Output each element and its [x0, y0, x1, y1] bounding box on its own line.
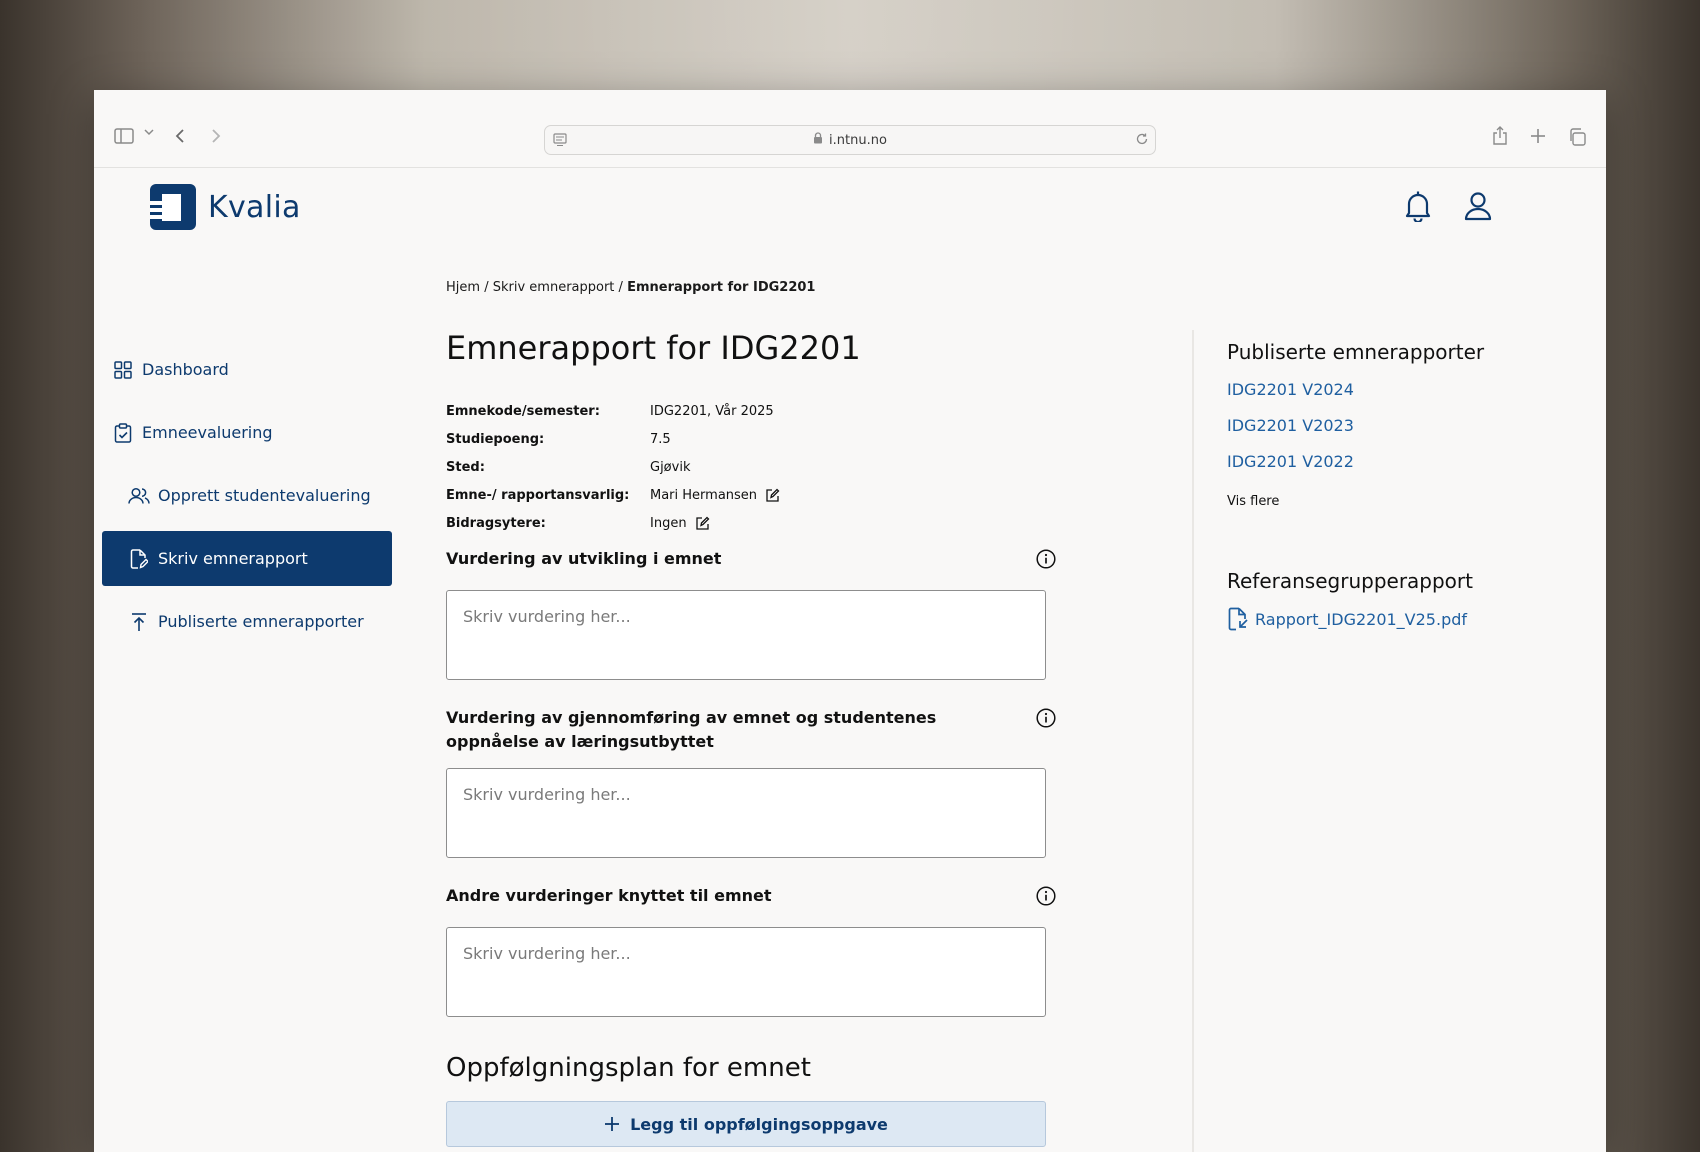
- sidebar-item-emneevaluering[interactable]: Emneevaluering: [102, 405, 392, 460]
- sidebar-item-label: Emneevaluering: [142, 423, 273, 442]
- sidebar-toggle-icon[interactable]: [114, 128, 134, 144]
- meta-value: 7.5: [650, 432, 671, 447]
- url-text: i.ntnu.no: [829, 132, 887, 148]
- lock-icon: [813, 132, 823, 148]
- meta-value-text: Mari Hermansen: [650, 487, 758, 503]
- published-reports-heading: Publiserte emnerapporter: [1227, 340, 1485, 364]
- meta-value-text: IDG2201, Vår 2025: [650, 403, 774, 419]
- page-icon: [553, 133, 567, 151]
- clipboard-check-icon: [112, 422, 134, 444]
- chevron-down-icon[interactable]: [144, 128, 154, 136]
- users-icon: [128, 485, 150, 507]
- assessment-textarea[interactable]: Skriv vurdering her...: [446, 590, 1046, 680]
- breadcrumb-separator: /: [618, 280, 623, 295]
- meta-row: Sted: Gjøvik: [446, 453, 1056, 481]
- right-panel: Publiserte emnerapporter IDG2201 V2024 I…: [1227, 340, 1557, 631]
- meta-key: Studiepoeng:: [446, 431, 545, 447]
- meta-row: Emne-/ rapportansvarlig: Mari Hermansen: [446, 481, 1056, 509]
- new-tab-icon[interactable]: [1530, 128, 1546, 144]
- share-icon[interactable]: [1492, 126, 1508, 146]
- assessment-textarea[interactable]: Skriv vurdering her...: [446, 927, 1046, 1017]
- field-label: Andre vurderinger knyttet til emnet: [446, 886, 772, 905]
- grid-icon: [112, 359, 134, 381]
- page-title: Emnerapport for IDG2201: [446, 329, 861, 367]
- reference-file-name: Rapport_IDG2201_V25.pdf: [1255, 609, 1468, 629]
- assessment-field: Vurdering av gjennomføring av emnet og s…: [446, 706, 1056, 858]
- published-report-link[interactable]: IDG2201 V2023: [1227, 415, 1557, 436]
- meta-key: Sted:: [446, 459, 485, 475]
- meta-value-text: Ingen: [650, 515, 687, 531]
- sidebar-item-label: Opprett studentevaluering: [158, 486, 371, 505]
- info-icon[interactable]: [1036, 708, 1056, 735]
- info-icon[interactable]: [1036, 549, 1056, 576]
- sidebar-item-label: Publiserte emnerapporter: [158, 612, 364, 631]
- upload-icon: [128, 611, 150, 633]
- followup-section-title: Oppfølgningsplan for emnet: [446, 1053, 811, 1083]
- meta-value: Ingen: [650, 516, 710, 531]
- meta-value: Gjøvik: [650, 460, 690, 475]
- address-bar[interactable]: i.ntnu.no: [544, 125, 1156, 155]
- bell-icon[interactable]: [1404, 190, 1432, 226]
- browser-toolbar: i.ntnu.no: [94, 90, 1606, 168]
- sidebar-nav: Dashboard Emneevaluering Opprett student…: [102, 342, 392, 657]
- meta-row: Studiepoeng: 7.5: [446, 425, 1056, 453]
- header-actions: [1404, 190, 1492, 226]
- sidebar-item-publiserte-emnerapporter[interactable]: Publiserte emnerapporter: [102, 594, 392, 649]
- breadcrumb-separator: /: [484, 280, 489, 295]
- published-report-link[interactable]: IDG2201 V2022: [1227, 451, 1557, 472]
- add-followup-task-label: Legg til oppfølgingsoppgave: [630, 1114, 888, 1134]
- column-divider: [1192, 330, 1194, 1152]
- back-arrow-icon[interactable]: [174, 128, 186, 144]
- meta-key: Emne-/ rapportansvarlig:: [446, 487, 630, 503]
- meta-row: Emnekode/semester: IDG2201, Vår 2025: [446, 397, 1056, 425]
- course-meta: Emnekode/semester: IDG2201, Vår 2025 Stu…: [446, 397, 1056, 537]
- plus-icon: [604, 1116, 620, 1132]
- meta-row: Bidragsytere: Ingen: [446, 509, 1056, 537]
- reference-group-heading: Referansegrupperapport: [1227, 569, 1473, 593]
- kvalia-logo-icon: [150, 184, 196, 230]
- meta-key: Emnekode/semester:: [446, 403, 600, 419]
- published-report-link[interactable]: IDG2201 V2024: [1227, 379, 1557, 400]
- forward-arrow-icon[interactable]: [210, 128, 222, 144]
- meta-key: Bidragsytere:: [446, 515, 546, 531]
- info-icon[interactable]: [1036, 886, 1056, 913]
- reload-icon[interactable]: [1135, 132, 1149, 150]
- sidebar-item-label: Skriv emnerapport: [158, 549, 308, 568]
- assessment-field: Andre vurderinger knyttet til emnet Skri…: [446, 884, 1056, 1017]
- meta-value-text: Gjøvik: [650, 459, 691, 475]
- edit-icon[interactable]: [765, 488, 780, 503]
- file-download-icon: [1227, 607, 1249, 631]
- show-more-link[interactable]: Vis flere: [1227, 494, 1557, 509]
- document-edit-icon: [128, 548, 150, 570]
- field-label: Vurdering av gjennomføring av emnet og s…: [446, 708, 937, 751]
- meta-value-text: 7.5: [650, 431, 671, 447]
- add-followup-task-button[interactable]: Legg til oppfølgingsoppgave: [446, 1101, 1046, 1147]
- meta-value: IDG2201, Vår 2025: [650, 404, 774, 419]
- assessment-field: Vurdering av utvikling i emnet Skriv vur…: [446, 547, 1056, 680]
- sidebar-item-skriv-emnerapport[interactable]: Skriv emnerapport: [102, 531, 392, 586]
- sidebar-item-opprett-studentevaluering[interactable]: Opprett studentevaluering: [102, 468, 392, 523]
- assessment-textarea[interactable]: Skriv vurdering her...: [446, 768, 1046, 858]
- user-profile-icon[interactable]: [1464, 190, 1492, 226]
- edit-icon[interactable]: [695, 516, 710, 531]
- breadcrumb-parent[interactable]: Skriv emnerapport: [493, 280, 615, 295]
- app-logo[interactable]: Kvalia: [150, 184, 301, 230]
- app-name: Kvalia: [208, 189, 301, 225]
- breadcrumb-home[interactable]: Hjem: [446, 280, 480, 295]
- sidebar-item-label: Dashboard: [142, 360, 229, 379]
- main-content: Hjem / Skriv emnerapport / Emnerapport f…: [446, 280, 1056, 1147]
- sidebar-item-dashboard[interactable]: Dashboard: [102, 342, 392, 397]
- browser-window: i.ntnu.no Kvalia Dashboard Emneevaluerin…: [94, 90, 1606, 1152]
- field-label: Vurdering av utvikling i emnet: [446, 549, 722, 568]
- tabs-overview-icon[interactable]: [1568, 128, 1586, 146]
- breadcrumb-current: Emnerapport for IDG2201: [627, 280, 816, 295]
- breadcrumb: Hjem / Skriv emnerapport / Emnerapport f…: [446, 280, 1056, 295]
- reference-report-file[interactable]: Rapport_IDG2201_V25.pdf: [1227, 607, 1557, 631]
- meta-value: Mari Hermansen: [650, 488, 780, 503]
